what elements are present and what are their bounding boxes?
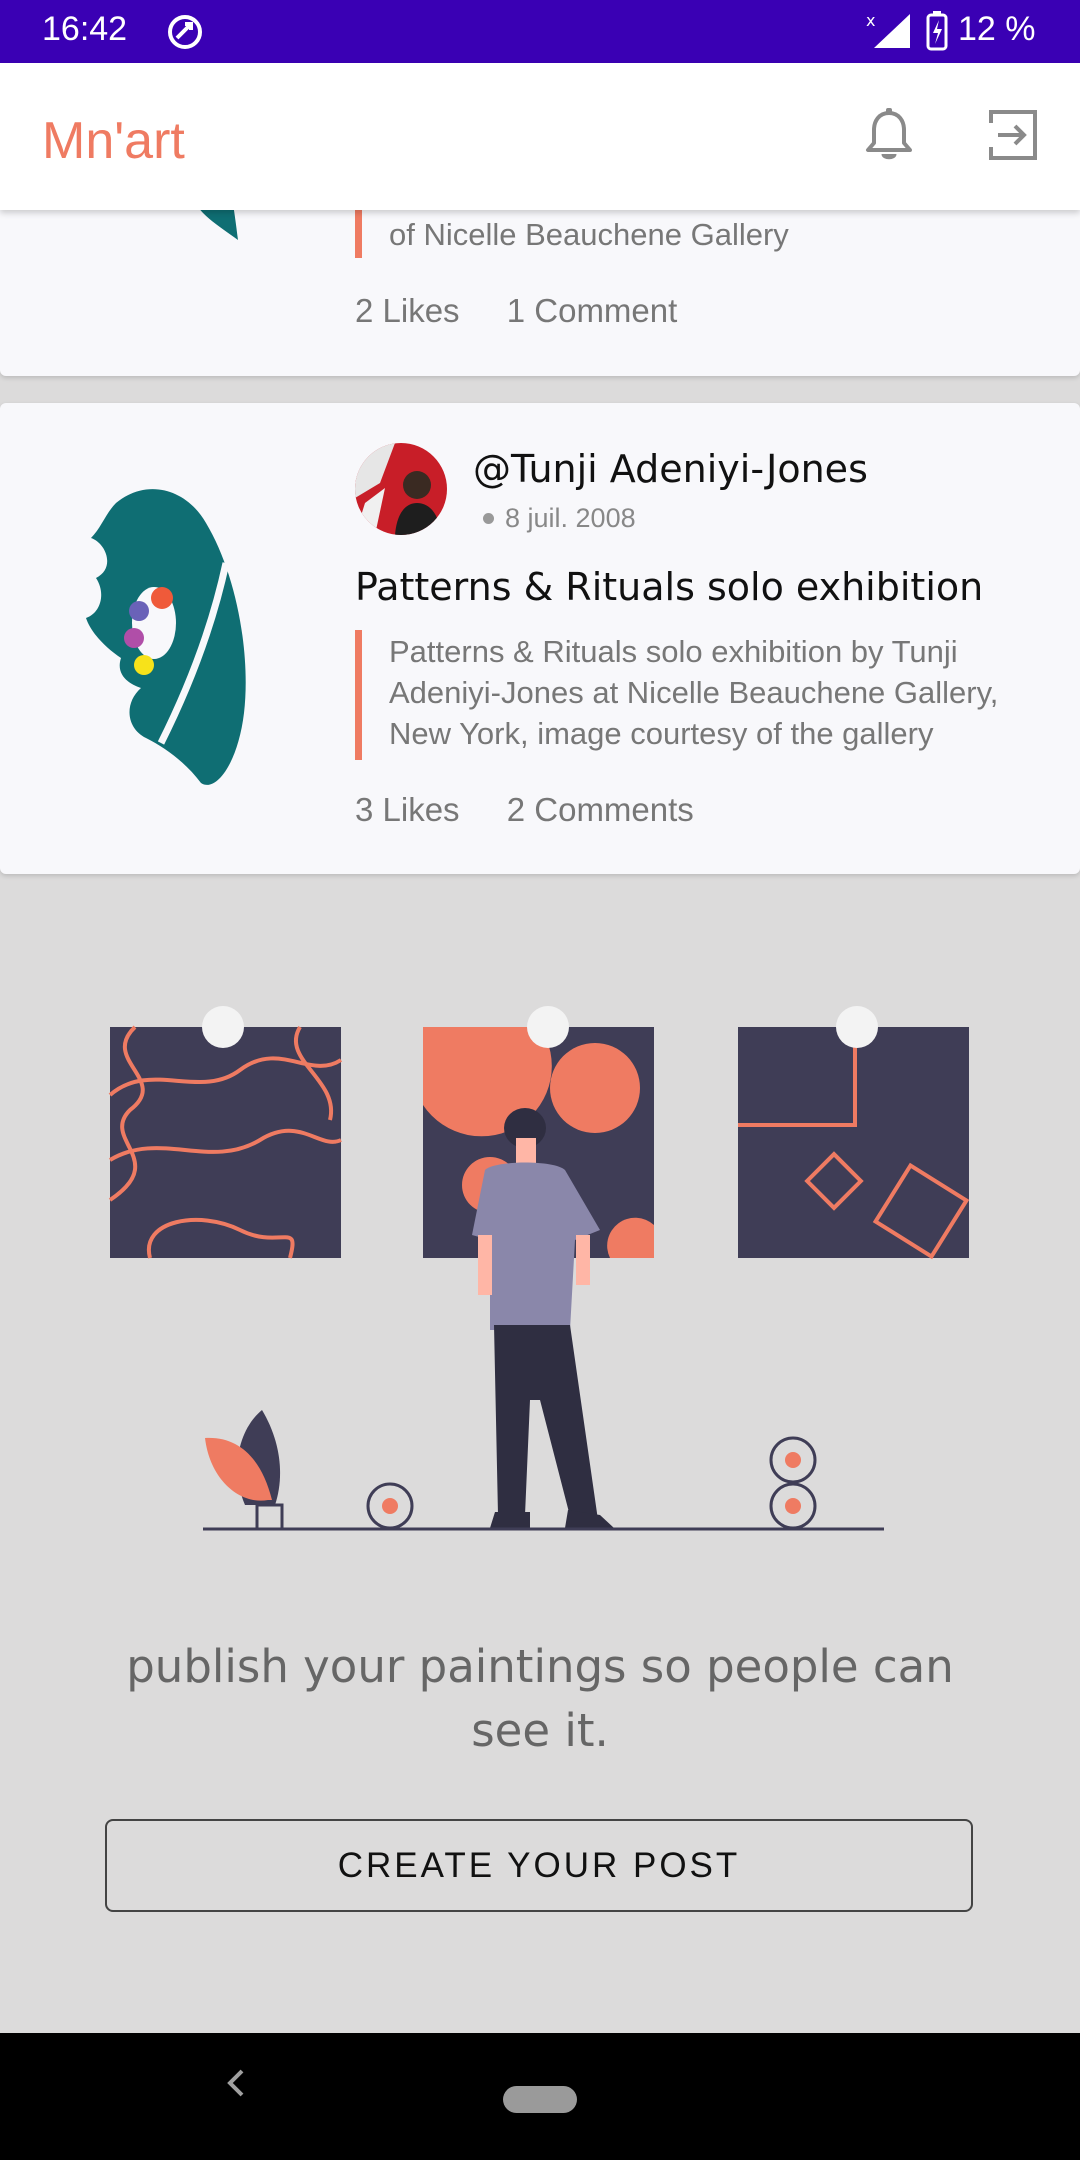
navigation-bar xyxy=(0,2033,1080,2160)
date-dot xyxy=(483,513,494,524)
app-bar: Mn'art xyxy=(0,63,1080,210)
app-title: Mn'art xyxy=(42,112,185,170)
quote-bar xyxy=(355,630,362,760)
logout-icon[interactable] xyxy=(988,109,1040,166)
painting-waves xyxy=(108,1025,343,1259)
likes-count[interactable]: 2 Likes xyxy=(355,292,460,329)
comments-count[interactable]: 2 Comments xyxy=(507,791,694,828)
logo-icon xyxy=(86,489,246,785)
post-card[interactable]: @Tunji Adeniyi-Jones 8 juil. 2008 Patter… xyxy=(0,403,1080,874)
description-line: Patterns & Rituals solo exhibition by Tu… xyxy=(389,634,958,669)
gallery-illustration xyxy=(108,1006,970,1531)
create-post-button[interactable]: CREATE YOUR POST xyxy=(105,1819,973,1912)
signal-icon: x xyxy=(866,10,912,55)
status-time: 16:42 xyxy=(42,10,128,48)
post-description: of Nicelle Beauchene Gallery xyxy=(389,217,789,252)
description-line: Adeniyi-Jones at Nicelle Beauchene Galle… xyxy=(389,675,999,710)
battery-level: 12 % xyxy=(958,10,1036,48)
home-pill-icon[interactable] xyxy=(503,2086,577,2113)
post-author[interactable]: @Tunji Adeniyi-Jones xyxy=(473,447,868,491)
post-stats: 3 Likes 2 Comments xyxy=(355,791,732,829)
bell-icon[interactable] xyxy=(862,107,916,168)
post-description: Patterns & Rituals solo exhibition by Tu… xyxy=(389,631,1039,754)
status-bar: 16:42 x 12 % xyxy=(0,0,1080,63)
comments-count[interactable]: 1 Comment xyxy=(507,292,678,329)
empty-state-tagline: publish your paintings so people can see… xyxy=(126,1640,954,1757)
avatar[interactable] xyxy=(355,443,447,535)
battery-charging-icon xyxy=(926,11,948,56)
plant xyxy=(205,1410,284,1531)
post-title[interactable]: Patterns & Rituals solo exhibition xyxy=(355,565,983,609)
post-stats: 2 Likes 1 Comment xyxy=(355,292,715,330)
svg-text:x: x xyxy=(866,11,875,30)
sync-icon xyxy=(165,12,205,57)
painting-squares xyxy=(738,1027,970,1260)
description-line: New York, image courtesy of the gallery xyxy=(389,716,934,751)
post-date: 8 juil. 2008 xyxy=(505,503,636,533)
likes-count[interactable]: 3 Likes xyxy=(355,791,460,828)
back-icon[interactable] xyxy=(220,2063,250,2108)
